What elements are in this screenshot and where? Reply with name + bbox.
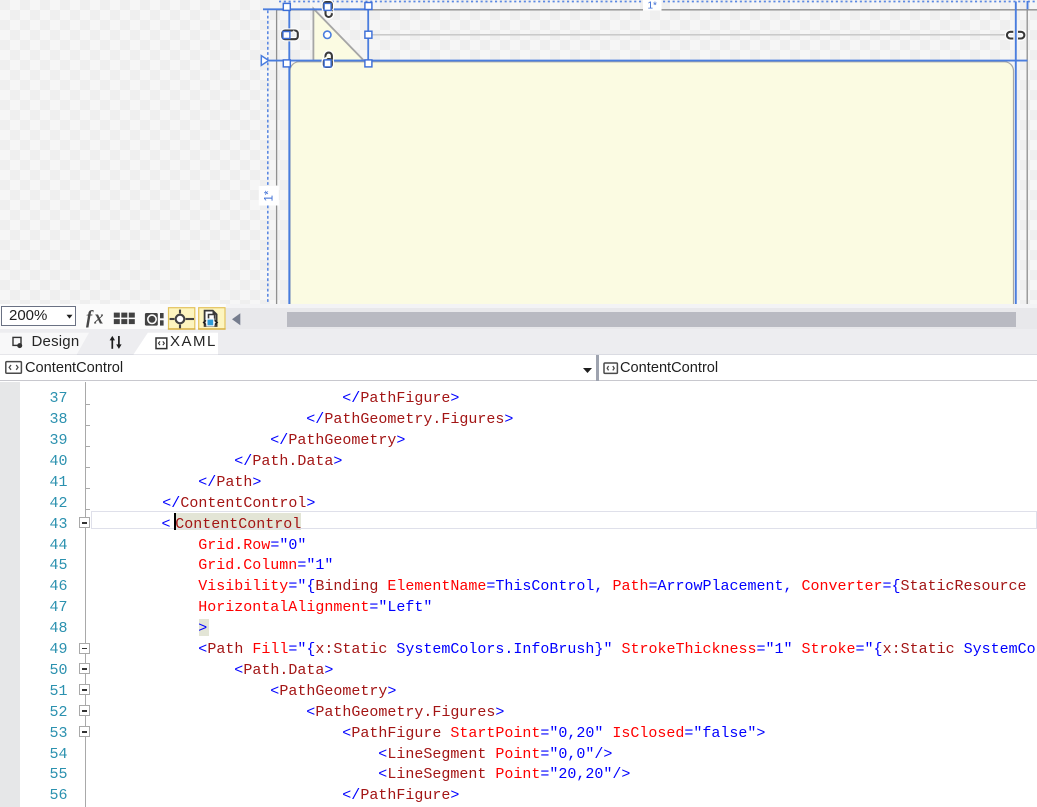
svg-text:x: x	[93, 309, 103, 329]
svg-text:1*: 1*	[264, 190, 276, 201]
svg-text:1*: 1*	[647, 1, 657, 12]
svg-text:f: f	[86, 309, 94, 329]
